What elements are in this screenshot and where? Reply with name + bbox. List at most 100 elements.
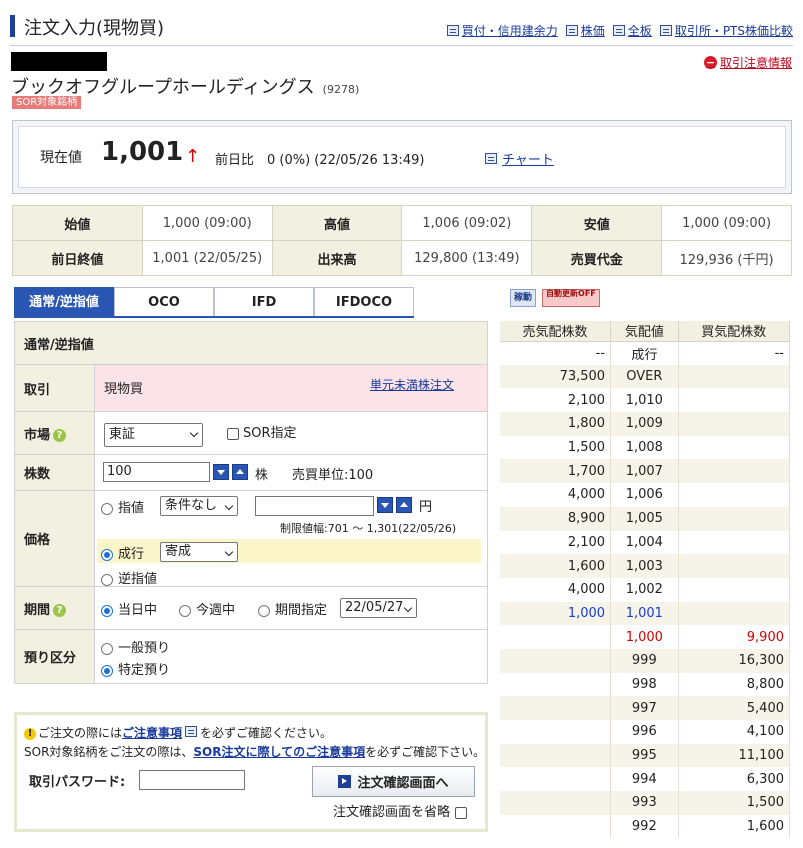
today-radio[interactable]: [101, 604, 113, 617]
live-button[interactable]: 稼動: [510, 289, 537, 307]
table-row: 2,100 1,004: [500, 530, 791, 555]
period-spec-option[interactable]: 期間指定: [258, 599, 327, 618]
odd-lot-link[interactable]: 単元未満株注文: [370, 376, 454, 393]
trade-cell: 現物買 単元未満株注文: [94, 364, 488, 412]
qty-input[interactable]: 100: [103, 462, 210, 482]
ask-qty-cell: 8,900: [500, 506, 612, 531]
warning-icon: −: [703, 56, 717, 69]
price-cell[interactable]: 1,005: [610, 506, 679, 531]
price-cell[interactable]: 1,004: [610, 530, 679, 555]
price-cell[interactable]: 成行: [610, 341, 679, 365]
market-select[interactable]: 東証: [104, 423, 203, 447]
market-order-radio[interactable]: [101, 548, 113, 561]
bid-qty-cell: 11,100: [678, 743, 791, 768]
price-cell[interactable]: 992: [610, 814, 679, 839]
general-option[interactable]: 一般預り: [101, 637, 170, 656]
trade-warning-link[interactable]: − 取引注意情報: [703, 54, 792, 71]
high-value: 1,006 (09:02): [401, 205, 533, 241]
ask-qty-cell: [500, 648, 612, 673]
current-price-label: 現在値: [40, 150, 82, 166]
price-cell[interactable]: 993: [610, 791, 679, 815]
specific-option[interactable]: 特定預り: [101, 659, 170, 678]
general-radio[interactable]: [101, 642, 113, 655]
skip-confirm-option[interactable]: 注文確認画面を省略: [333, 801, 471, 820]
price-cell[interactable]: 996: [610, 720, 679, 744]
full-board-icon: [612, 25, 625, 36]
price-cell[interactable]: 994: [610, 767, 679, 792]
table-row: 前日終値 1,001 (22/05/25) 出来高 129,800 (13:49) …: [12, 240, 792, 276]
ask-qty-cell: [500, 672, 612, 697]
confirm-button-label: 注文確認画面へ: [357, 776, 449, 791]
price-cell[interactable]: 1,009: [610, 412, 679, 436]
trade-unit: 売買単位:100: [292, 468, 374, 483]
prev-close-value: 1,001 (22/05/25): [141, 240, 273, 276]
price-cell[interactable]: 1,008: [610, 435, 679, 460]
sor-checkbox-wrap[interactable]: SOR指定: [227, 422, 297, 441]
tab-oco[interactable]: OCO: [114, 287, 214, 316]
trade-value: 現物買: [104, 382, 144, 397]
tab-ifd[interactable]: IFD: [214, 287, 314, 316]
skip-confirm-checkbox[interactable]: [455, 806, 468, 819]
price-up-button[interactable]: [396, 497, 412, 513]
price-input[interactable]: [255, 496, 374, 516]
price-cell[interactable]: 1,007: [610, 459, 679, 484]
prev-close-label: 前日終値: [12, 240, 143, 276]
ask-qty-cell: [500, 791, 612, 815]
stock-price-link[interactable]: 株価: [581, 22, 605, 39]
sor-caution-link[interactable]: SOR注文に際してのご注意事項: [193, 745, 365, 759]
price-cell[interactable]: 1,001: [610, 601, 679, 626]
price-cell[interactable]: 1,003: [610, 554, 679, 578]
low-label: 安値: [531, 205, 663, 241]
exchange-compare-link[interactable]: 取引所・PTS株価比較: [675, 22, 793, 39]
help-icon[interactable]: ?: [53, 603, 67, 617]
qty-down-button[interactable]: [213, 464, 229, 480]
today-option[interactable]: 当日中: [101, 599, 157, 618]
market-order-option[interactable]: 成行: [101, 543, 144, 562]
qty-cell: 100 株 売買単位:100: [94, 454, 488, 491]
price-cell[interactable]: 1,002: [610, 577, 679, 602]
stop-option[interactable]: 逆指値: [101, 568, 157, 587]
table-row: 1,000 1,001: [500, 601, 791, 626]
table-row: 2,100 1,010: [500, 388, 791, 413]
tab-ifdoco[interactable]: IFDOCO: [314, 287, 414, 316]
price-cell[interactable]: OVER: [610, 364, 679, 389]
qty-unit: 株: [255, 468, 269, 483]
order-type-tabs: 通常/逆指値 OCO IFD IFDOCO: [14, 287, 414, 318]
full-board-link[interactable]: 全板: [628, 22, 652, 39]
password-input[interactable]: [139, 770, 245, 790]
confirm-button[interactable]: 注文確認画面へ: [312, 766, 475, 797]
market-order-label: 成行: [118, 547, 145, 562]
stop-radio[interactable]: [101, 573, 113, 586]
buying-power-link[interactable]: 買付・信用建余力: [462, 22, 558, 39]
auto-refresh-button[interactable]: 自動更新OFF: [542, 289, 600, 307]
market-cond-select[interactable]: 寄成: [160, 542, 238, 562]
price-cell[interactable]: 999: [610, 648, 679, 673]
chart-link[interactable]: チャート: [502, 149, 554, 168]
caution-link[interactable]: ご注意事項: [122, 726, 182, 740]
this-week-option[interactable]: 今週中: [179, 599, 235, 618]
table-row: 994 6,300: [500, 767, 791, 792]
price-down-button[interactable]: [377, 497, 393, 513]
price-cell[interactable]: 1,010: [610, 388, 679, 413]
order-notice-box: ! ご注文の際にはご注意事項 を必ずご確認ください。 SOR対象銘柄をご注文の際は、…: [14, 712, 488, 832]
specific-radio[interactable]: [101, 664, 113, 677]
bid-qty-cell: 4,100: [678, 720, 791, 744]
period-date-select[interactable]: 22/05/27: [340, 598, 417, 618]
tab-normal[interactable]: 通常/逆指値: [14, 287, 114, 316]
limit-option[interactable]: 指値: [101, 497, 144, 516]
price-cell[interactable]: 997: [610, 696, 679, 720]
price-cell[interactable]: 998: [610, 672, 679, 697]
condition-select[interactable]: 条件なし: [160, 496, 238, 516]
period-spec-radio[interactable]: [258, 604, 270, 617]
price-cell[interactable]: 1,006: [610, 483, 679, 507]
qty-up-button[interactable]: [232, 464, 248, 480]
this-week-radio[interactable]: [179, 604, 191, 617]
help-icon[interactable]: ?: [53, 428, 67, 442]
limit-radio[interactable]: [101, 502, 113, 515]
sor-checkbox[interactable]: [227, 427, 239, 440]
open-value: 1,000 (09:00): [141, 205, 273, 241]
price-cell[interactable]: 1,000: [610, 625, 679, 649]
ask-qty-cell: [500, 767, 612, 792]
table-row: 995 11,100: [500, 743, 791, 768]
price-cell[interactable]: 995: [610, 743, 679, 768]
